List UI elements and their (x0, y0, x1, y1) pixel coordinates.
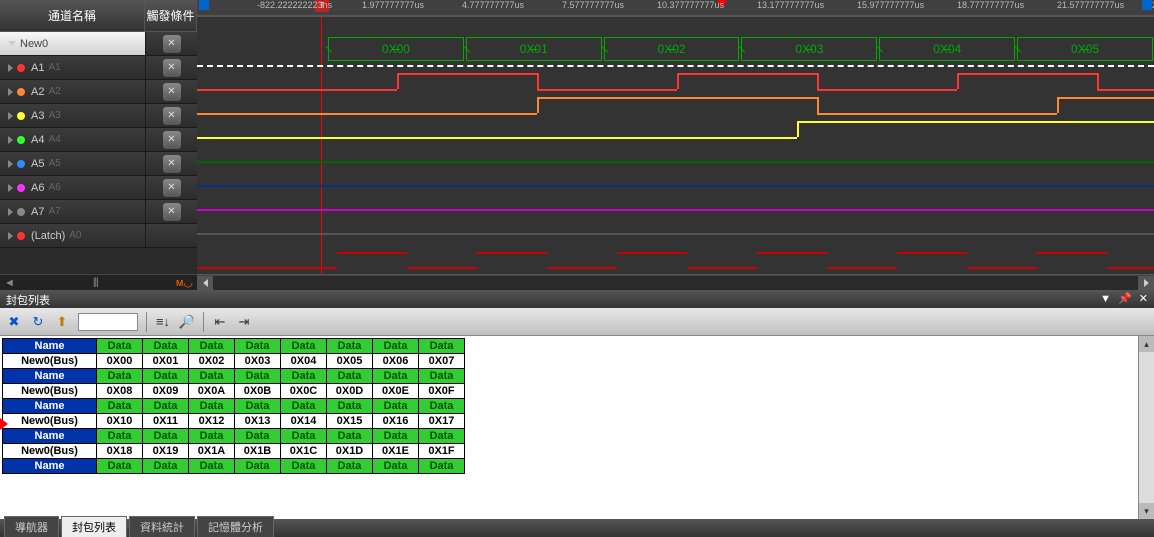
wave-a5 (197, 185, 1154, 187)
table-row[interactable]: New0(Bus) 0X000X010X020X030X040X050X060X… (3, 354, 465, 369)
wave-a1 (197, 89, 397, 91)
trigger-btn-new0[interactable]: ✕ (163, 35, 181, 53)
waveform-hscroll[interactable] (197, 274, 1154, 290)
wave-a2 (197, 113, 537, 115)
tool-sort-icon[interactable]: ≡↓ (155, 314, 171, 330)
channel-panel: 通道名稱 觸發條件 New0 ✕ A1A1 ✕ A2A2 ✕ A3A3 ✕ A4… (0, 0, 197, 290)
table-row[interactable]: New0(Bus) 0X100X110X120X130X140X150X160X… (3, 414, 465, 429)
scroll-down-btn[interactable]: ▾ (1139, 503, 1154, 519)
col-name-header: Name (3, 339, 97, 354)
tool-refresh-icon[interactable]: ↻ (30, 314, 46, 330)
tool-cut-icon[interactable]: ✖ (6, 314, 22, 330)
trigger-btn-a2[interactable]: ✕ (163, 83, 181, 101)
wave-a7 (197, 233, 1154, 235)
trigger-btn-a6[interactable]: ✕ (163, 179, 181, 197)
table-row[interactable]: New0(Bus) 0X180X190X1A0X1B0X1C0X1D0X1E0X… (3, 444, 465, 459)
waveform-view[interactable]: T -822.222222223ns 1.977777777us 4.77777… (197, 0, 1154, 290)
wave-a3 (197, 137, 797, 139)
channel-name-header: 通道名稱 (0, 0, 145, 31)
tool-next-icon[interactable]: ⇥ (236, 314, 252, 330)
bus-hex-row: 0X00 0X01 0X02 0X03 0X04 0X05 (197, 37, 1154, 61)
trigger-btn-a5[interactable]: ✕ (163, 155, 181, 173)
channel-a4[interactable]: A4A4 (0, 128, 145, 151)
wave-a6 (197, 209, 1154, 211)
trigger-btn-a3[interactable]: ✕ (163, 107, 181, 125)
panel-close-icon[interactable]: ✕ (1139, 293, 1148, 305)
trigger-btn-a7[interactable]: ✕ (163, 203, 181, 221)
channel-a5[interactable]: A5A5 (0, 152, 145, 175)
time-ruler[interactable]: T -822.222222223ns 1.977777777us 4.77777… (197, 0, 1154, 16)
tab-data-stats[interactable]: 資料統計 (129, 516, 195, 537)
marker-b[interactable] (1142, 0, 1152, 10)
channel-a7[interactable]: A7A7 (0, 200, 145, 223)
search-input[interactable] (78, 313, 138, 331)
trigger-btn-a1[interactable]: ✕ (163, 59, 181, 77)
packet-toolbar: ✖ ↻ ⬆ ≡↓ 🔎 ⇤ ⇥ (0, 308, 1154, 336)
dashed-marker (197, 65, 1154, 67)
row-pointer-icon (0, 418, 8, 430)
scroll-up-btn[interactable]: ▴ (1139, 336, 1154, 352)
scroll-left-btn[interactable] (197, 276, 213, 290)
scroll-right-btn[interactable] (1138, 276, 1154, 290)
panel-menu-icon[interactable]: ▼ (1100, 293, 1111, 305)
bottom-tabs: 導航器 封包列表 資料統計 記憶體分析 (0, 519, 1154, 537)
tab-navigator[interactable]: 導航器 (4, 516, 59, 537)
tab-packet-list[interactable]: 封包列表 (61, 516, 127, 537)
tool-find-icon[interactable]: 🔎 (179, 314, 195, 330)
packet-grid[interactable]: Name Data Data Data Data Data Data Data … (0, 336, 1154, 519)
packet-vscroll[interactable]: ▴ ▾ (1138, 336, 1154, 519)
tool-export-icon[interactable]: ⬆ (54, 314, 70, 330)
wave-latch (197, 267, 337, 269)
channel-a2[interactable]: A2A2 (0, 80, 145, 103)
channel-a1[interactable]: A1A1 (0, 56, 145, 79)
packet-panel-title: 封包列表 ▼ 📌 ✕ (0, 290, 1154, 308)
trigger-btn-a4[interactable]: ✕ (163, 131, 181, 149)
tab-memory-analysis[interactable]: 記憶體分析 (197, 516, 274, 537)
wave-a4 (197, 161, 1154, 163)
channel-zoom-bar[interactable]: ◄ ||| ᴍ◡ (0, 274, 197, 290)
channel-latch[interactable]: (Latch)A0 (0, 224, 145, 247)
panel-pin-icon[interactable]: 📌 (1118, 293, 1132, 305)
channel-new0[interactable]: New0 (0, 32, 145, 55)
marker-a[interactable] (199, 0, 209, 10)
channel-a3[interactable]: A3A3 (0, 104, 145, 127)
trigger-cond-header: 觸發條件 (145, 0, 197, 31)
tool-prev-icon[interactable]: ⇤ (212, 314, 228, 330)
channel-a6[interactable]: A6A6 (0, 176, 145, 199)
table-row[interactable]: New0(Bus) 0X080X090X0A0X0B0X0C0X0D0X0E0X… (3, 384, 465, 399)
